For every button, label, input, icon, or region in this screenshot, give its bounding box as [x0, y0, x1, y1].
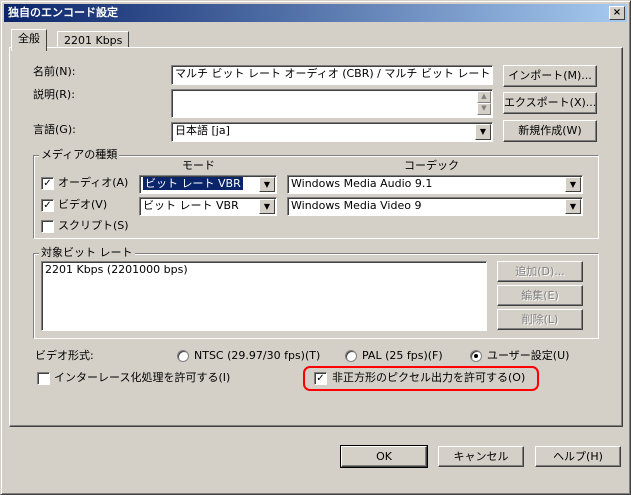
interlace-checkbox[interactable]: [37, 372, 50, 385]
language-value: 日本語 [ja]: [175, 124, 230, 137]
cancel-button[interactable]: キャンセル: [438, 446, 524, 467]
encoding-settings-dialog: 独自のエンコード設定 × 全般 2201 Kbps 名前(N): マルチ ビット…: [0, 0, 631, 495]
ntsc-label: NTSC (29.97/30 fps)(T): [194, 349, 321, 362]
delete-button[interactable]: 削除(L): [497, 309, 583, 330]
mode-header: モード: [182, 159, 215, 172]
help-button[interactable]: ヘルプ(H): [535, 446, 621, 467]
chevron-down-icon[interactable]: ▼: [259, 177, 275, 192]
video-mode-value: ビット レート VBR: [143, 199, 239, 212]
import-button[interactable]: インポート(M)...: [503, 65, 597, 87]
script-label: スクリプト(S): [58, 219, 129, 232]
nonsquare-pixel-label: 非正方形のピクセル出力を許可する(O): [332, 371, 526, 384]
video-mode-select[interactable]: ビット レート VBR ▼: [139, 197, 277, 216]
video-codec-select[interactable]: Windows Media Video 9 ▼: [287, 197, 583, 216]
custom-radio[interactable]: [470, 350, 482, 362]
nonsquare-pixel-checkbox[interactable]: ✓: [314, 372, 327, 385]
tab-label: 2201 Kbps: [64, 34, 123, 47]
custom-label: ユーザー設定(U): [487, 349, 570, 362]
export-button-label: エクスポート(X)...: [504, 96, 597, 109]
video-format-label: ビデオ形式:: [35, 349, 94, 362]
ok-button-label: OK: [376, 450, 392, 463]
audio-label: オーディオ(A): [58, 176, 129, 189]
description-label: 説明(R):: [33, 88, 75, 101]
chevron-down-icon[interactable]: ▼: [565, 199, 581, 214]
export-button[interactable]: エクスポート(X)...: [503, 92, 597, 114]
language-select[interactable]: 日本語 [ja] ▼: [171, 122, 493, 142]
ok-button[interactable]: OK: [340, 445, 428, 468]
new-button[interactable]: 新規作成(W): [503, 120, 597, 142]
cancel-button-label: キャンセル: [453, 450, 509, 463]
edit-button[interactable]: 編集(E): [497, 285, 583, 306]
audio-mode-select[interactable]: ビット レート VBR ▼: [139, 175, 277, 194]
audio-codec-select[interactable]: Windows Media Audio 9.1 ▼: [287, 175, 583, 194]
audio-codec-value: Windows Media Audio 9.1: [291, 177, 433, 190]
description-field[interactable]: [171, 89, 493, 118]
help-button-label: ヘルプ(H): [553, 450, 603, 463]
tab-label: 全般: [18, 32, 40, 45]
interlace-label: インターレース化処理を許可する(I): [54, 371, 231, 384]
tab-general[interactable]: 全般: [11, 29, 47, 51]
window-title: 独自のエンコード設定: [8, 6, 118, 19]
tab-bitrate[interactable]: 2201 Kbps: [57, 31, 130, 48]
pal-radio[interactable]: [345, 350, 357, 362]
chevron-down-icon[interactable]: ▼: [475, 124, 491, 140]
pal-label: PAL (25 fps)(F): [362, 349, 443, 362]
video-label: ビデオ(V): [58, 198, 108, 211]
script-checkbox[interactable]: [41, 220, 54, 233]
radio-selected-dot: [474, 354, 478, 358]
video-codec-value: Windows Media Video 9: [291, 199, 422, 212]
edit-button-label: 編集(E): [521, 289, 559, 302]
chevron-down-icon[interactable]: ▼: [259, 199, 275, 214]
import-button-label: インポート(M)...: [508, 69, 592, 82]
title-bar: 独自のエンコード設定 ×: [4, 4, 627, 22]
chevron-down-icon[interactable]: ▼: [565, 177, 581, 192]
bitrate-list[interactable]: 2201 Kbps (2201000 bps): [41, 261, 487, 331]
spin-up-icon[interactable]: ▲: [477, 91, 491, 103]
new-button-label: 新規作成(W): [518, 124, 582, 137]
list-item[interactable]: 2201 Kbps (2201000 bps): [45, 262, 486, 278]
spin-down-icon[interactable]: ▼: [477, 103, 491, 115]
close-icon[interactable]: ×: [609, 6, 625, 20]
ntsc-radio[interactable]: [177, 350, 189, 362]
add-button-label: 追加(D)...: [515, 265, 565, 278]
name-label: 名前(N):: [33, 65, 76, 78]
video-checkbox[interactable]: ✓: [41, 199, 54, 212]
delete-button-label: 削除(L): [521, 313, 559, 326]
media-type-group-title: メディアの種類: [39, 148, 120, 161]
language-label: 言語(G):: [33, 123, 76, 136]
audio-checkbox[interactable]: ✓: [41, 177, 54, 190]
audio-mode-value: ビット レート VBR: [143, 177, 243, 190]
bitrate-group-title: 対象ビット レート: [39, 246, 135, 259]
add-button[interactable]: 追加(D)...: [497, 261, 583, 282]
codec-header: コーデック: [404, 159, 459, 172]
name-field[interactable]: マルチ ビット レート オーディオ (CBR) / マルチ ビット レート ビ: [171, 65, 493, 85]
